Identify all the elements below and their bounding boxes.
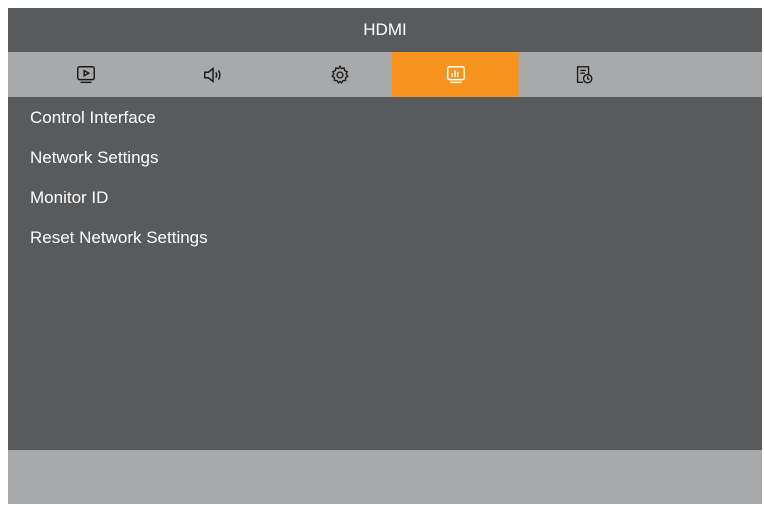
tab-settings[interactable] (276, 52, 403, 97)
menu-item-control-interface[interactable]: Control Interface (8, 98, 762, 138)
input-source-title: HDMI (8, 8, 762, 52)
speaker-icon (203, 66, 221, 83)
footer-bar (8, 450, 762, 504)
monitor-chart-icon (446, 65, 465, 83)
tab-bar (8, 52, 762, 97)
menu-item-monitor-id[interactable]: Monitor ID (8, 178, 762, 218)
play-screen-icon (76, 65, 95, 83)
tab-audio[interactable] (149, 52, 276, 97)
document-clock-icon (576, 65, 592, 83)
gear-icon (330, 64, 349, 84)
tab-schedule[interactable] (520, 52, 647, 97)
tab-picture[interactable] (22, 52, 149, 97)
menu-item-network-settings[interactable]: Network Settings (8, 138, 762, 178)
osd-menu-window: HDMI Control Interface Network Settings … (8, 8, 762, 504)
menu-list: Control Interface Network Settings Monit… (8, 97, 762, 450)
menu-item-reset-network-settings[interactable]: Reset Network Settings (8, 218, 762, 258)
tab-network[interactable] (392, 52, 519, 97)
